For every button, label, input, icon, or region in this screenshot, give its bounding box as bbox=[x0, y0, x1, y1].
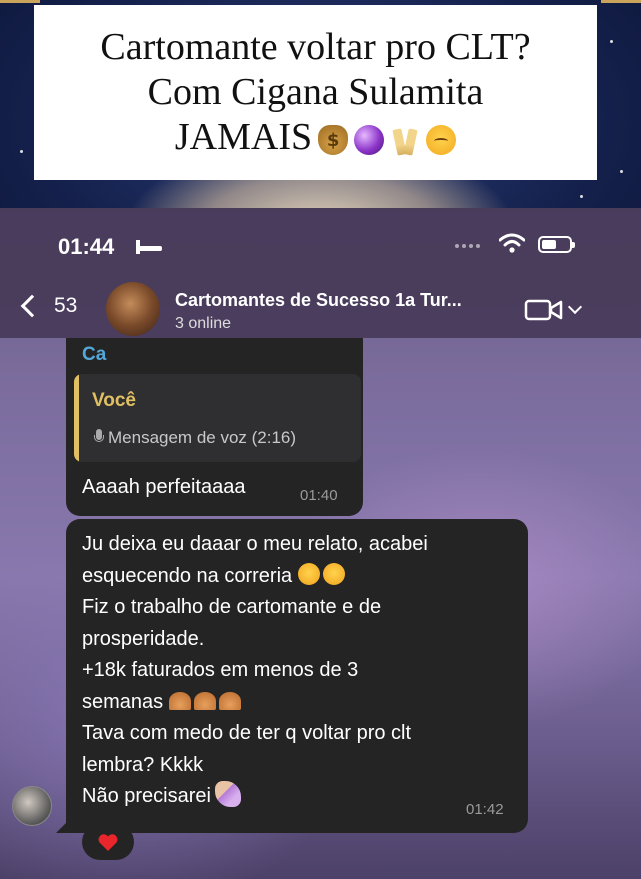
shushing-face-icon bbox=[297, 562, 320, 585]
video-call-icon[interactable] bbox=[524, 298, 564, 322]
group-avatar[interactable] bbox=[106, 282, 160, 336]
quote-accent-bar bbox=[74, 374, 79, 462]
headline-jamais: JAMAIS bbox=[174, 116, 313, 158]
heart-hands-icon bbox=[193, 691, 216, 710]
chat-screenshot: 01:44 53 Cartomantes de Sucesso 1a Tur..… bbox=[0, 208, 641, 879]
back-chevron-icon bbox=[20, 294, 44, 318]
members-online: 3 online bbox=[175, 315, 232, 332]
red-heart-icon bbox=[98, 834, 118, 851]
battery-icon bbox=[538, 236, 575, 253]
nail-polish-icon bbox=[214, 781, 241, 807]
unread-count: 53 bbox=[54, 294, 78, 317]
message-line: +18k faturados em menos de 3 bbox=[82, 659, 359, 681]
message-line: Ju deixa eu daaar o meu relato, acabei bbox=[82, 533, 428, 555]
partying-face-icon bbox=[426, 125, 457, 156]
headline-line-3: JAMAIS bbox=[174, 115, 457, 160]
message-line: Tava com medo de ter q voltar pro clt bbox=[82, 722, 412, 744]
quote-text: Mensagem de voz (2:16) bbox=[108, 428, 297, 447]
shushing-face-icon bbox=[322, 562, 345, 585]
group-name[interactable]: Cartomantes de Sucesso 1a Tur... bbox=[175, 290, 462, 311]
star bbox=[20, 150, 23, 153]
message-line: Fiz o trabalho de cartomante e de bbox=[82, 596, 382, 618]
back-button[interactable]: 53 bbox=[20, 294, 77, 318]
message-line: semanas bbox=[82, 687, 522, 719]
sender-avatar[interactable] bbox=[12, 786, 52, 826]
message-text: Aaaah perfeitaaaa bbox=[82, 476, 246, 498]
champagne-glasses-icon bbox=[390, 125, 420, 155]
message-time: 01:40 bbox=[300, 487, 338, 504]
headline-line-2: Com Cigana Sulamita bbox=[147, 71, 484, 113]
message-bubble-reply[interactable]: Ca Você Mensagem de voz (2:16) Aaaah per… bbox=[66, 338, 363, 516]
message-bubble-testimonial[interactable]: Ju deixa eu daaar o meu relato, acabei e… bbox=[56, 519, 528, 833]
headline-emoji-row bbox=[318, 125, 457, 156]
chevron-down-icon[interactable] bbox=[567, 299, 583, 315]
ornament-right bbox=[601, 0, 641, 63]
wifi-icon bbox=[499, 233, 525, 253]
message-text: Ju deixa eu daaar o meu relato, acabei e… bbox=[82, 529, 522, 813]
heart-hands-icon bbox=[168, 691, 191, 710]
sender-name: Ca bbox=[82, 344, 107, 365]
money-bag-icon bbox=[318, 125, 349, 156]
bed-icon bbox=[136, 240, 162, 254]
reaction-badge[interactable] bbox=[82, 824, 134, 860]
chat-header: 53 Cartomantes de Sucesso 1a Tur... 3 on… bbox=[0, 282, 641, 338]
message-line: prosperidade. bbox=[82, 627, 205, 650]
quote-author: Você bbox=[92, 390, 137, 411]
message-line: lembra? Kkkk bbox=[82, 753, 204, 776]
heart-hands-icon bbox=[218, 691, 241, 710]
quoted-message[interactable]: Você Mensagem de voz (2:16) bbox=[74, 374, 361, 462]
status-time: 01:44 bbox=[58, 234, 115, 259]
status-bar: 01:44 bbox=[0, 208, 641, 288]
signal-icon bbox=[455, 244, 480, 248]
star bbox=[580, 195, 583, 198]
headline-card: Cartomante voltar pro CLT? Com Cigana Su… bbox=[34, 5, 597, 180]
headline-line-1: Cartomante voltar pro CLT? bbox=[100, 26, 531, 68]
star bbox=[620, 170, 623, 173]
message-line: Não precisarei bbox=[82, 781, 522, 813]
message-time: 01:42 bbox=[466, 801, 504, 818]
message-line: esquecendo na correria bbox=[82, 561, 522, 593]
crystal-ball-icon bbox=[354, 125, 385, 156]
microphone-icon bbox=[94, 429, 104, 444]
